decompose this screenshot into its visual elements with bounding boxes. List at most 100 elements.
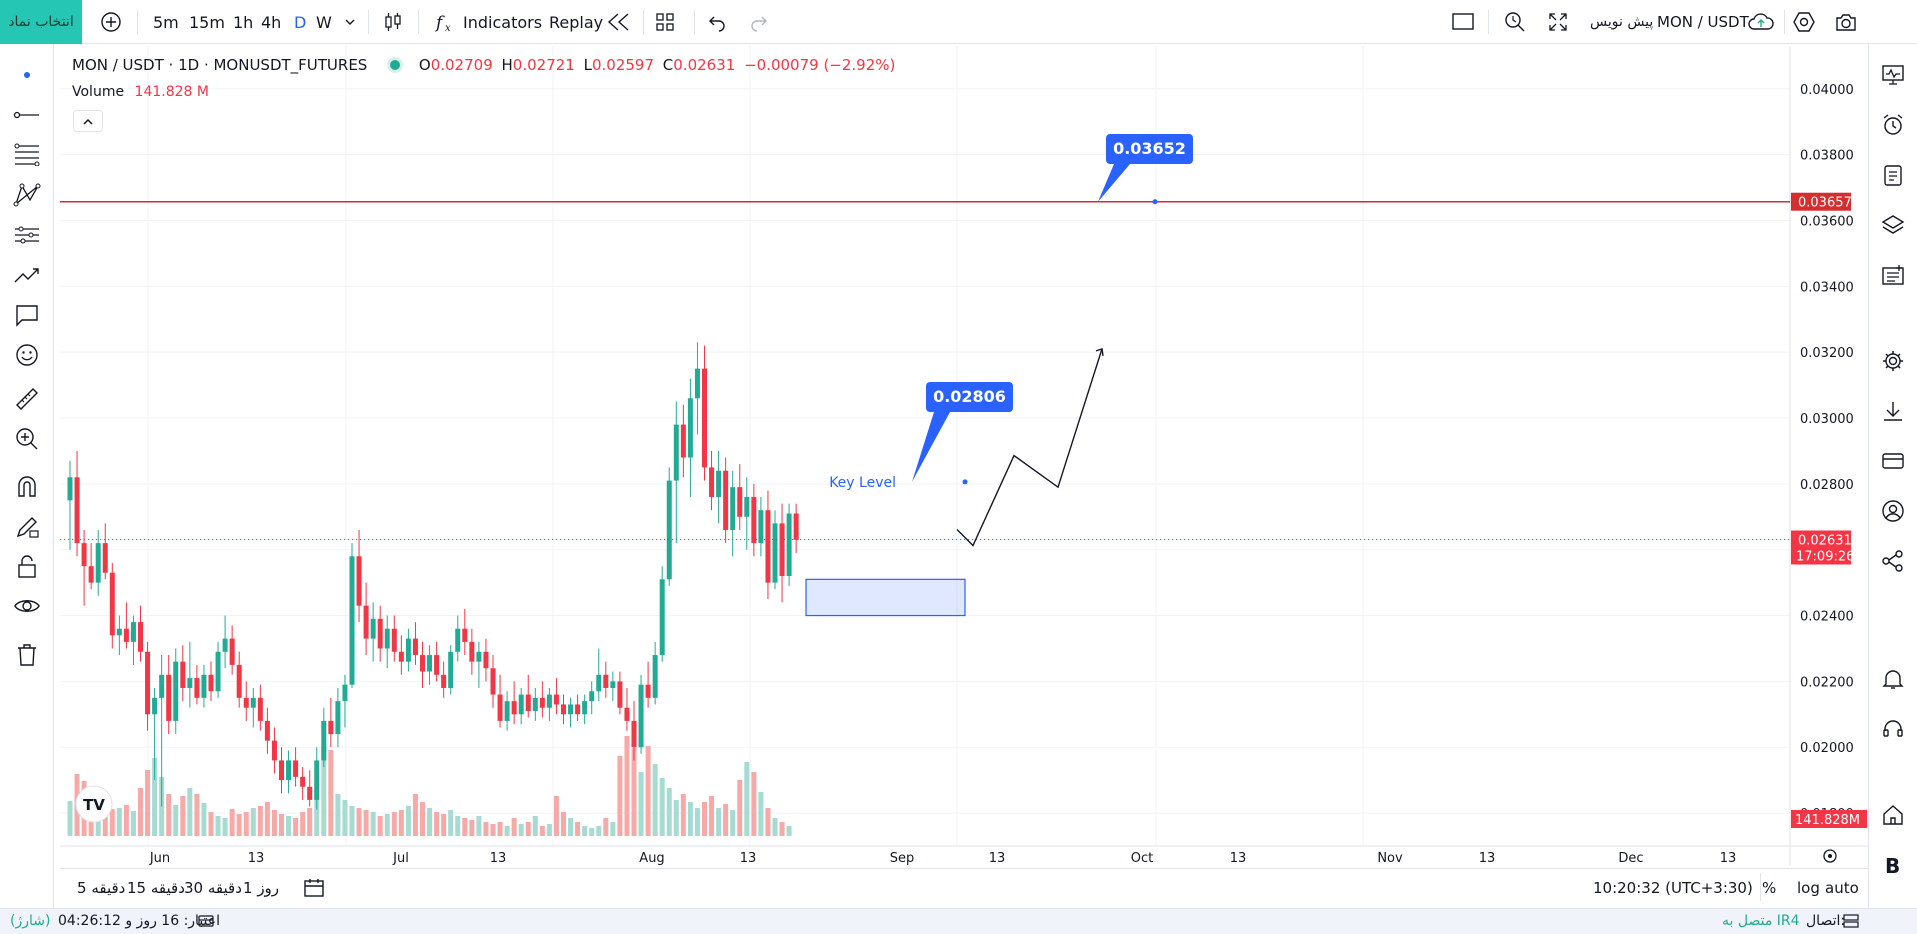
- legend-symbol[interactable]: MON / USDT · 1D · MONUSDT_FUTURES: [72, 56, 367, 74]
- download-icon[interactable]: [1878, 396, 1908, 426]
- zoom-in-icon[interactable]: [12, 424, 42, 454]
- select-symbol-button[interactable]: انتخاب نماد: [0, 0, 82, 44]
- volume-bar: [130, 811, 136, 836]
- home-icon[interactable]: [1878, 800, 1908, 830]
- timeframe-15-min[interactable]: دقیقه 15: [127, 879, 185, 897]
- cursor-dot-icon[interactable]: [12, 60, 42, 90]
- undo-icon[interactable]: [706, 0, 728, 44]
- collapse-legend-button[interactable]: [73, 110, 103, 132]
- volume-bar: [370, 812, 376, 836]
- percent-toggle[interactable]: %: [1762, 879, 1776, 897]
- volume-bar: [546, 824, 552, 836]
- candle-body: [384, 628, 390, 649]
- add-symbol-icon[interactable]: [100, 0, 122, 44]
- expand-icon[interactable]: [1547, 0, 1569, 44]
- charge-link[interactable]: (شارژ): [10, 913, 50, 929]
- projection-path[interactable]: [956, 348, 1103, 547]
- eye-icon[interactable]: [12, 592, 42, 622]
- layers-icon[interactable]: [1878, 210, 1908, 240]
- lock-icon[interactable]: [12, 552, 42, 582]
- pattern-icon[interactable]: [12, 180, 42, 210]
- candles-icon[interactable]: [382, 0, 404, 44]
- fib-lines-icon[interactable]: [12, 139, 42, 169]
- timeframe-1-day[interactable]: روز 1: [243, 879, 279, 897]
- candle-body: [553, 694, 559, 705]
- share-icon[interactable]: [1878, 546, 1908, 576]
- timeframe-w[interactable]: W: [316, 0, 332, 44]
- candle-body: [434, 655, 440, 675]
- chart-canvas[interactable]: 0.03652 0.02806 Key Level 0.04000 0.03800 0.0…: [60, 46, 1868, 866]
- candle-body: [173, 661, 179, 721]
- clock-label[interactable]: 10:20:32 (UTC+3:30): [1593, 879, 1753, 897]
- key-level-point[interactable]: [962, 479, 968, 485]
- settings-hex-icon[interactable]: [1792, 0, 1816, 44]
- fullscreen-box-icon[interactable]: [1451, 0, 1475, 44]
- watchlist-icon[interactable]: [1878, 260, 1908, 290]
- time-tick-label: Nov: [1377, 851, 1403, 866]
- alarm-clock-icon[interactable]: [1878, 110, 1908, 140]
- key-level-label[interactable]: Key Level: [829, 475, 896, 491]
- price-chart[interactable]: 0.03652 0.02806 Key Level 0.04000 0.03800 0.0…: [60, 46, 1868, 866]
- ruler-icon[interactable]: [12, 384, 42, 414]
- trash-icon[interactable]: [12, 640, 42, 670]
- candle-body: [321, 720, 327, 761]
- candle-body: [448, 651, 454, 688]
- timeframe-30-min[interactable]: دقیقه 30: [184, 879, 242, 897]
- monitor-icon[interactable]: [1878, 60, 1908, 90]
- resistance-anchor-point[interactable]: [1152, 199, 1158, 205]
- candle-body: [772, 523, 778, 583]
- log-toggle[interactable]: log: [1797, 879, 1820, 897]
- candle-body: [307, 786, 313, 800]
- candle-body: [793, 513, 799, 540]
- broker-b-icon[interactable]: B: [1878, 850, 1908, 880]
- volume-bar: [687, 802, 693, 836]
- volume-bar: [751, 772, 757, 836]
- timeframe-1h[interactable]: 1h: [233, 0, 253, 44]
- indicators-button[interactable]: Indicators: [463, 0, 542, 44]
- candle-body: [680, 424, 686, 458]
- bell-icon[interactable]: [1878, 664, 1908, 694]
- headset-icon[interactable]: [1878, 714, 1908, 744]
- card-icon[interactable]: [1878, 446, 1908, 476]
- close-value: 0.02631: [673, 56, 736, 74]
- timeframe-4h[interactable]: 4h: [261, 0, 281, 44]
- candle-body: [765, 510, 771, 583]
- comment-icon[interactable]: [12, 300, 42, 330]
- volume-bar: [166, 794, 172, 836]
- notes-icon[interactable]: [1878, 160, 1908, 190]
- replay-icon[interactable]: [606, 0, 632, 44]
- prediction-icon[interactable]: [12, 220, 42, 250]
- layouts-icon[interactable]: [654, 0, 676, 44]
- user-icon[interactable]: [1878, 496, 1908, 526]
- replay-button[interactable]: Replay: [549, 0, 603, 44]
- candle-body: [243, 697, 249, 708]
- volume-label[interactable]: Volume: [72, 84, 124, 100]
- candle-body: [483, 651, 489, 669]
- indicators-icon[interactable]: fx: [434, 0, 458, 44]
- emoji-icon[interactable]: [12, 340, 42, 370]
- auto-toggle[interactable]: auto: [1825, 879, 1859, 897]
- timeframe-d[interactable]: D: [294, 0, 306, 44]
- camera-icon[interactable]: [1834, 0, 1858, 44]
- timeframe-15m[interactable]: 15m: [189, 0, 225, 44]
- volume-bar: [257, 806, 263, 836]
- magnet-icon[interactable]: [12, 472, 42, 502]
- redo-icon[interactable]: [748, 0, 770, 44]
- candle-body: [631, 720, 637, 748]
- pencil-lock-icon[interactable]: [12, 512, 42, 542]
- volume-bar: [694, 808, 700, 836]
- date-range-icon[interactable]: [303, 877, 327, 903]
- timeframe-5-min[interactable]: دقیقه 5: [77, 879, 125, 897]
- volume-bar: [405, 806, 411, 836]
- candle-body: [497, 694, 503, 721]
- timeframe-5m[interactable]: 5m: [153, 0, 179, 44]
- chevron-down-icon[interactable]: [344, 0, 356, 44]
- cloud-save-icon[interactable]: [1746, 0, 1776, 44]
- trend-line-icon[interactable]: [12, 100, 42, 130]
- volume-bar: [250, 808, 256, 836]
- demand-zone-box[interactable]: [805, 578, 966, 617]
- quick-search-icon[interactable]: [1503, 0, 1527, 44]
- candle-body: [229, 638, 235, 665]
- gear-icon[interactable]: [1878, 346, 1908, 376]
- brush-trend-icon[interactable]: [12, 260, 42, 290]
